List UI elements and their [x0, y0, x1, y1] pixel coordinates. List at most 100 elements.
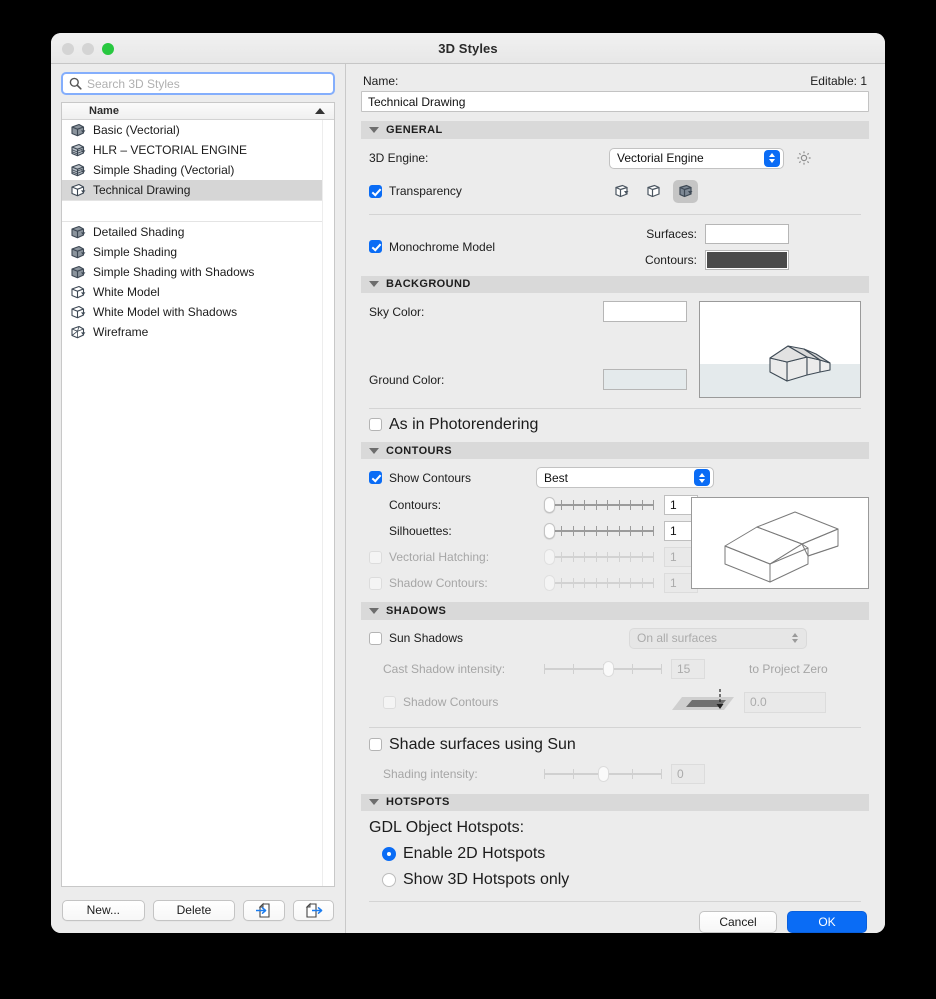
list-item[interactable]: White Model with Shadows: [62, 302, 334, 322]
contour-row-checkbox-row[interactable]: Vectorial Hatching:: [369, 550, 544, 564]
sky-color-swatch[interactable]: [603, 301, 687, 323]
ok-button[interactable]: OK: [787, 911, 867, 933]
contours-preview: [691, 497, 869, 590]
style-wireframe-icon: [71, 325, 86, 338]
sun-shadows-checkbox[interactable]: [369, 631, 382, 645]
monochrome-checkbox[interactable]: [369, 240, 382, 254]
contours-preview-image: [724, 511, 839, 583]
contour-row-checkbox-row[interactable]: Shadow Contours:: [369, 576, 544, 590]
engine-settings-button[interactable]: [793, 148, 814, 169]
list-item[interactable]: White Model: [62, 282, 334, 302]
show-contours-checkbox[interactable]: [369, 471, 382, 485]
cast-shadow-intensity-slider[interactable]: [544, 660, 662, 677]
surface-open-button[interactable]: [609, 180, 634, 203]
style-solid-icon: [71, 225, 86, 238]
show-3d-hotspots-radio-row[interactable]: Show 3D Hotspots only: [369, 871, 861, 889]
sun-shadows-checkbox-row[interactable]: Sun Shadows: [369, 631, 629, 645]
section-shadows[interactable]: SHADOWS: [361, 602, 869, 620]
list-item-label: Wireframe: [93, 325, 149, 339]
list-item-label: Simple Shading (Vectorial): [93, 163, 235, 177]
delete-button[interactable]: Delete: [152, 899, 236, 921]
show-contours-checkbox-row[interactable]: Show Contours: [369, 471, 524, 485]
sky-color-label: Sky Color:: [369, 304, 425, 319]
list-item[interactable]: Simple Shading (Vectorial): [62, 160, 334, 180]
export-button[interactable]: [292, 899, 334, 921]
cancel-button[interactable]: Cancel: [699, 911, 777, 933]
list-item[interactable]: Basic (Vectorial): [62, 120, 334, 140]
shadow-contours-checkbox[interactable]: [383, 695, 396, 709]
contour-row-label: Shadow Contours:: [389, 576, 488, 591]
shadow-plane-preview: [662, 688, 738, 717]
photorendering-checkbox-row[interactable]: As in Photorendering: [369, 416, 861, 434]
name-row: Name: Editable: 1: [361, 72, 869, 91]
sun-shadows-label: Sun Shadows: [389, 631, 464, 646]
search-input[interactable]: [87, 76, 327, 91]
list-item-label: Basic (Vectorial): [93, 123, 180, 137]
disclosure-triangle-icon: [369, 126, 379, 133]
import-document-icon: [256, 902, 271, 918]
transparency-checkbox-row[interactable]: Transparency: [369, 184, 609, 198]
project-zero-value[interactable]: 0.0: [744, 691, 826, 713]
section-hotspots[interactable]: HOTSPOTS: [361, 793, 869, 812]
engine-dropdown[interactable]: Vectorial Engine: [609, 147, 784, 169]
list-item-label: White Model with Shadows: [93, 305, 238, 319]
show-contours-label: Show Contours: [389, 470, 472, 485]
dialog-footer: Cancel OK: [361, 902, 869, 933]
contours-quality-dropdown[interactable]: Best: [536, 467, 714, 489]
shadow-surfaces-dropdown[interactable]: On all surfaces: [629, 627, 807, 649]
contour-row-slider[interactable]: [544, 549, 654, 566]
contour-row-checkbox[interactable]: [369, 550, 382, 564]
contours-color-swatch[interactable]: [705, 249, 789, 270]
new-button[interactable]: New...: [62, 899, 145, 921]
chevron-updown-icon: [787, 630, 803, 647]
shade-surfaces-checkbox-row[interactable]: Shade surfaces using Sun: [369, 736, 861, 754]
surface-blank-button[interactable]: [641, 180, 666, 203]
window-title: 3D Styles: [438, 41, 498, 56]
surfaces-color-swatch[interactable]: [705, 223, 789, 244]
cast-shadow-intensity-label: Cast Shadow intensity:: [383, 661, 506, 676]
name-input[interactable]: Technical Drawing: [361, 91, 869, 113]
section-contours[interactable]: CONTOURS: [361, 441, 869, 460]
style-solid-icon: [71, 123, 86, 136]
enable-2d-hotspots-radio[interactable]: [382, 847, 396, 862]
as-in-photorendering-label: As in Photorendering: [389, 415, 539, 433]
import-button[interactable]: [243, 899, 285, 921]
list-item[interactable]: Wireframe: [62, 322, 334, 342]
surface-filled-button[interactable]: [673, 179, 698, 203]
shade-surfaces-checkbox[interactable]: [369, 738, 382, 752]
style-hatched-icon: [71, 143, 86, 156]
as-in-photorendering-checkbox[interactable]: [369, 418, 382, 432]
surfaces-label: Surfaces:: [646, 226, 697, 241]
search-icon: [69, 77, 82, 90]
monochrome-checkbox-row[interactable]: Monochrome Model: [369, 240, 609, 254]
list-item[interactable]: Simple Shading: [62, 242, 334, 262]
sort-ascending-icon: [315, 108, 325, 114]
cast-shadow-intensity-value[interactable]: 15: [671, 658, 705, 679]
section-background[interactable]: BACKGROUND: [361, 275, 869, 294]
transparency-checkbox[interactable]: [369, 184, 382, 198]
list-item-label: Technical Drawing: [93, 183, 191, 197]
contour-row-checkbox[interactable]: [369, 576, 382, 590]
style-solid-icon: [70, 265, 87, 280]
list-item[interactable]: HLR – VECTORIAL ENGINE: [62, 140, 334, 160]
enable-2d-hotspots-radio-row[interactable]: Enable 2D Hotspots: [369, 845, 861, 863]
shading-intensity-value[interactable]: 0: [671, 763, 705, 784]
show-3d-hotspots-radio[interactable]: [382, 873, 396, 888]
section-general[interactable]: GENERAL: [361, 121, 869, 139]
contour-row-slider[interactable]: [544, 523, 654, 540]
search-field[interactable]: [61, 72, 335, 95]
list-scrollbar[interactable]: [322, 120, 334, 886]
contour-row-slider[interactable]: [544, 497, 654, 514]
list-group-separator: [62, 200, 334, 222]
list-item[interactable]: Technical Drawing: [62, 180, 334, 200]
ground-color-swatch[interactable]: [603, 369, 687, 391]
shadow-contours-checkbox-row[interactable]: Shadow Contours: [369, 695, 662, 709]
list-column-header[interactable]: Name: [62, 103, 334, 120]
styles-list-body: Basic (Vectorial) HLR – VECTORIAL ENGINE S…: [62, 120, 334, 886]
shading-intensity-slider[interactable]: [544, 765, 662, 782]
list-item[interactable]: Detailed Shading: [62, 222, 334, 242]
list-item[interactable]: Simple Shading with Shadows: [62, 262, 334, 282]
section-contours-label: CONTOURS: [386, 444, 452, 457]
contour-row-slider[interactable]: [544, 575, 654, 592]
section-shadows-label: SHADOWS: [386, 605, 447, 618]
